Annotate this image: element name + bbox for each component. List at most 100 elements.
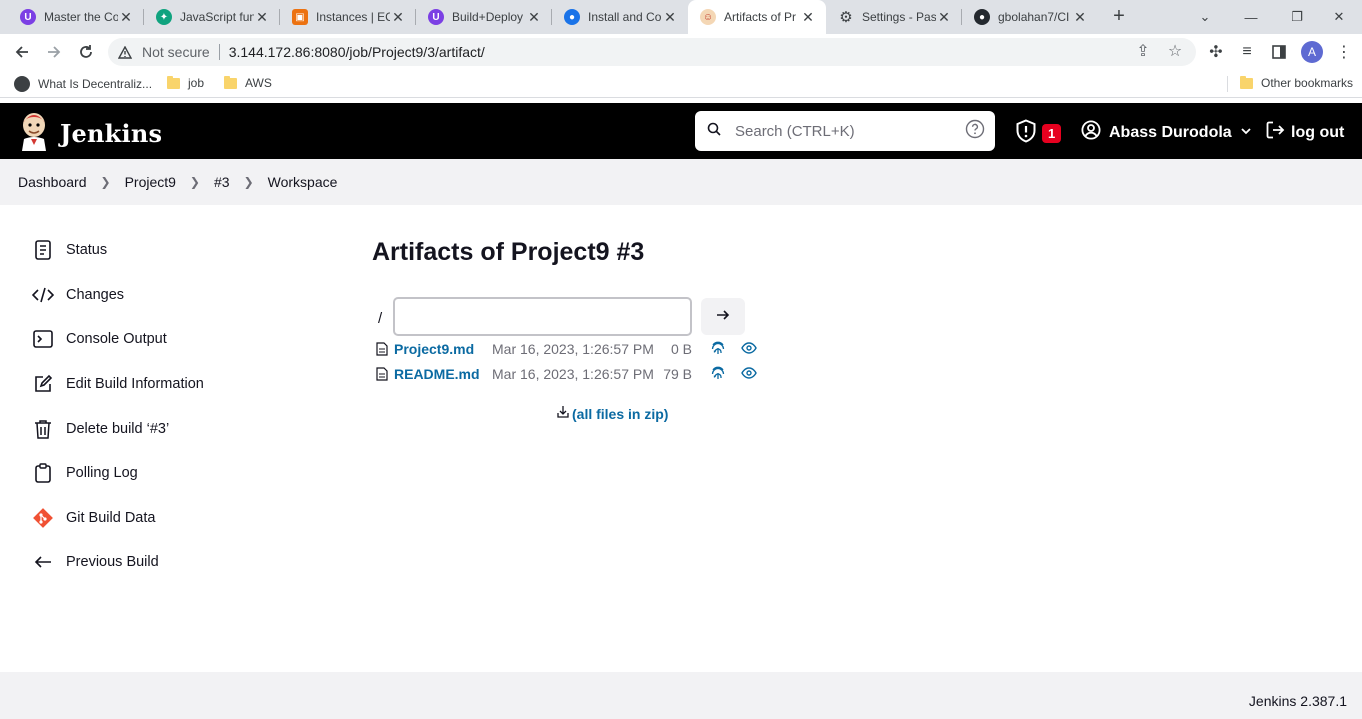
search-input[interactable]: Search (CTRL+K) bbox=[695, 111, 995, 151]
sidebar-item-changes[interactable]: Changes bbox=[32, 281, 124, 309]
browser-tab[interactable]: ⚙ Settings - Pas ✕ bbox=[826, 0, 962, 34]
browser-tab[interactable]: ● Install and Co ✕ bbox=[552, 0, 688, 34]
browser-menu-icon[interactable]: ⋮ bbox=[1334, 42, 1354, 62]
browser-tab[interactable]: ✦ JavaScript fun ✕ bbox=[144, 0, 280, 34]
close-icon[interactable]: ✕ bbox=[118, 9, 134, 26]
sidebar-item-status[interactable]: Status bbox=[32, 236, 107, 264]
sidebar-item-console-output[interactable]: Console Output bbox=[32, 325, 167, 353]
reload-icon[interactable] bbox=[72, 38, 100, 66]
artifact-path-input[interactable] bbox=[393, 297, 692, 336]
breadcrumb-item[interactable]: Dashboard ❯ bbox=[18, 174, 125, 190]
artifact-link[interactable]: README.md bbox=[394, 366, 480, 382]
sidebar-item-label: Git Build Data bbox=[66, 510, 156, 526]
bookmark-item[interactable]: What Is Decentraliz... bbox=[14, 76, 152, 92]
other-bookmarks[interactable]: Other bookmarks bbox=[1240, 75, 1353, 90]
go-button[interactable] bbox=[701, 298, 745, 335]
new-tab-plus-icon[interactable]: + bbox=[1108, 6, 1130, 28]
help-icon[interactable] bbox=[965, 119, 985, 143]
tab-search-chevron-icon[interactable]: ⌄ bbox=[1182, 0, 1228, 34]
close-icon[interactable]: ✕ bbox=[254, 9, 270, 26]
jenkins-home-link[interactable]: Jenkins bbox=[18, 111, 162, 156]
tab-title: Artifacts of Pr bbox=[724, 10, 797, 24]
window-close-icon[interactable]: ✕ bbox=[1316, 0, 1362, 34]
file-icon bbox=[376, 339, 388, 359]
path-root: / bbox=[378, 310, 383, 327]
bookmark-star-icon[interactable]: ☆ bbox=[1166, 42, 1184, 60]
document-icon bbox=[32, 239, 54, 261]
chevron-down-icon[interactable] bbox=[1240, 124, 1252, 142]
breadcrumb-item[interactable]: Project9 ❯ bbox=[125, 174, 214, 190]
logout-link[interactable]: log out bbox=[1265, 120, 1344, 145]
fingerprint-icon[interactable] bbox=[710, 340, 726, 359]
breadcrumb-dashboard[interactable]: Dashboard bbox=[18, 174, 87, 190]
sidebar-item-previous-build[interactable]: Previous Build bbox=[32, 548, 159, 576]
close-icon[interactable]: ✕ bbox=[526, 9, 542, 26]
search-placeholder: Search (CTRL+K) bbox=[735, 122, 855, 140]
warning-icon[interactable] bbox=[118, 45, 134, 59]
profile-avatar[interactable]: A bbox=[1301, 41, 1323, 63]
security-warnings-button[interactable]: 1 bbox=[1015, 119, 1062, 148]
eye-icon[interactable] bbox=[741, 366, 757, 382]
browser-tab-active[interactable]: ☺ Artifacts of Pr ✕ bbox=[688, 0, 826, 34]
extensions-puzzle-icon[interactable]: ✣ bbox=[1206, 42, 1226, 62]
tab-title: Settings - Pas bbox=[862, 10, 936, 24]
artifact-date: Mar 16, 2023, 1:26:57 PM bbox=[492, 341, 654, 357]
bookmark-label: What Is Decentraliz... bbox=[38, 77, 153, 91]
tab-title: Build+Deploy bbox=[452, 10, 524, 24]
bookmark-folder-job[interactable]: job bbox=[167, 75, 204, 90]
side-panel-icon[interactable] bbox=[1269, 42, 1289, 62]
restore-icon[interactable]: ❐ bbox=[1274, 0, 1320, 34]
forward-arrow-icon[interactable] bbox=[40, 38, 68, 66]
clipboard-icon bbox=[32, 462, 54, 484]
browser-tab[interactable]: ● gbolahan7/CI ✕ bbox=[962, 0, 1098, 34]
chatgpt-favicon-icon: ✦ bbox=[156, 9, 172, 25]
not-secure-label[interactable]: Not secure bbox=[142, 44, 210, 60]
folder-icon bbox=[167, 75, 180, 89]
chevron-right-icon: ❯ bbox=[189, 175, 200, 189]
eye-icon[interactable] bbox=[741, 341, 757, 357]
close-icon[interactable]: ✕ bbox=[390, 9, 406, 26]
back-arrow-icon[interactable] bbox=[8, 38, 36, 66]
minimize-icon[interactable]: — bbox=[1228, 0, 1274, 34]
share-icon[interactable]: ⇪ bbox=[1134, 42, 1152, 60]
close-icon[interactable]: ✕ bbox=[936, 9, 952, 26]
sidebar-item-polling-log[interactable]: Polling Log bbox=[32, 459, 138, 487]
search-icon bbox=[707, 122, 721, 140]
sidebar-item-edit-build-information[interactable]: Edit Build Information bbox=[32, 370, 204, 398]
breadcrumb-project[interactable]: Project9 bbox=[125, 174, 176, 190]
media-queue-icon[interactable]: ≡ bbox=[1237, 42, 1257, 62]
close-icon[interactable]: ✕ bbox=[800, 9, 816, 26]
sidebar-item-label: Status bbox=[66, 242, 108, 258]
address-bar[interactable]: Not secure 3.144.172.86:8080/job/Project… bbox=[108, 38, 1196, 66]
close-icon[interactable]: ✕ bbox=[662, 9, 678, 26]
user-avatar-icon bbox=[1081, 120, 1101, 145]
artifact-link[interactable]: Project9.md bbox=[394, 341, 474, 357]
bookmarks-bar: What Is Decentraliz... job AWS Other boo… bbox=[0, 70, 1362, 98]
jenkins-version-link[interactable]: Jenkins 2.387.1 bbox=[1249, 693, 1347, 709]
jenkins-header: Jenkins Search (CTRL+K) 1 Abass Durodola… bbox=[0, 103, 1362, 159]
sidebar-item-delete-build[interactable]: Delete build ‘#3’ bbox=[32, 415, 169, 443]
sidebar-item-label: Delete build ‘#3’ bbox=[66, 421, 170, 437]
breadcrumb-workspace[interactable]: Workspace bbox=[268, 174, 338, 190]
jenkins-favicon-icon: ☺ bbox=[700, 9, 716, 25]
browser-tab[interactable]: ▣ Instances | EC ✕ bbox=[280, 0, 416, 34]
gear-icon: ⚙ bbox=[839, 9, 853, 26]
bookmarks-divider bbox=[1227, 76, 1228, 92]
user-menu[interactable]: Abass Durodola bbox=[1081, 120, 1252, 145]
site-favicon-icon: ● bbox=[564, 9, 580, 25]
breadcrumb-build[interactable]: #3 bbox=[214, 174, 230, 190]
url-text[interactable]: 3.144.172.86:8080/job/Project9/3/artifac… bbox=[229, 44, 485, 60]
close-icon[interactable]: ✕ bbox=[1072, 9, 1088, 26]
breadcrumb-item[interactable]: Workspace bbox=[268, 174, 338, 190]
breadcrumb-item[interactable]: #3 ❯ bbox=[214, 174, 268, 190]
download-zip-link[interactable]: (all files in zip) bbox=[556, 405, 668, 422]
browser-tab[interactable]: U Master the Co ✕ bbox=[8, 0, 144, 34]
terminal-icon bbox=[32, 328, 54, 350]
fingerprint-icon[interactable] bbox=[710, 365, 726, 384]
sidebar-item-git-build-data[interactable]: Git Build Data bbox=[32, 504, 155, 532]
bookmark-folder-aws[interactable]: AWS bbox=[224, 75, 272, 90]
download-icon bbox=[556, 405, 570, 422]
security-count-badge: 1 bbox=[1042, 124, 1062, 143]
browser-tab[interactable]: U Build+Deploy ✕ bbox=[416, 0, 552, 34]
tab-title: JavaScript fun bbox=[180, 10, 254, 24]
